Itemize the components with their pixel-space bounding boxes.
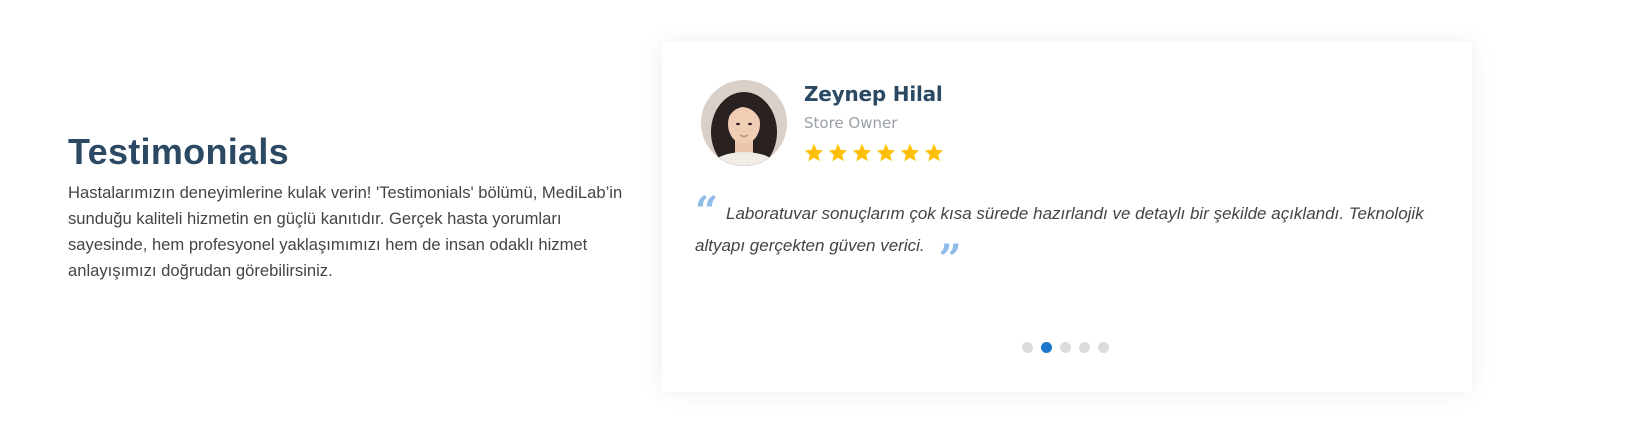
- pagination-dot[interactable]: [1041, 342, 1052, 353]
- testimonial-role: Store Owner: [804, 114, 898, 132]
- quote-text: Laboratuvar sonuçlarım çok kısa sürede h…: [695, 204, 1424, 255]
- section-description: Hastalarımızın deneyimlerine kulak verin…: [68, 183, 623, 280]
- pagination-dot[interactable]: [1022, 342, 1033, 353]
- testimonial-quote: “Laboratuvar sonuçlarım çok kısa sürede …: [695, 188, 1424, 283]
- star-icon: [804, 143, 824, 162]
- testimonial-name: Zeynep Hilal: [804, 82, 943, 106]
- star-icon: [900, 143, 920, 162]
- carousel-pagination: [1022, 342, 1109, 353]
- star-icon: [828, 143, 848, 162]
- pagination-dot[interactable]: [1098, 342, 1109, 353]
- testimonials-intro: Testimonials Hastalarımızın deneyimlerin…: [68, 128, 643, 284]
- testimonial-card: Zeynep Hilal Store Owner “Laboratuvar so…: [662, 42, 1472, 392]
- section-title: Testimonials: [68, 131, 289, 172]
- star-icon: [924, 143, 944, 162]
- pagination-dot[interactable]: [1079, 342, 1090, 353]
- rating-stars: [803, 142, 945, 164]
- avatar: [701, 80, 787, 166]
- star-icon: [852, 143, 872, 162]
- star-icon: [876, 143, 896, 162]
- pagination-dot[interactable]: [1060, 342, 1071, 353]
